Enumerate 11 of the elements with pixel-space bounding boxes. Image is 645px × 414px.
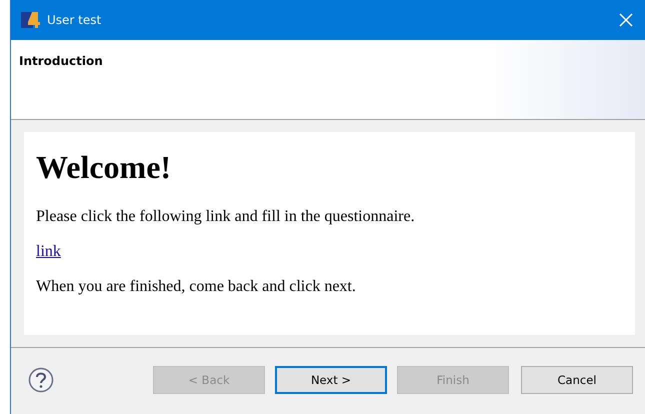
cancel-button[interactable]: Cancel [521,366,633,394]
close-icon[interactable] [619,13,633,27]
instruction-text: Please click the following link and fill in the questionnaire. [36,208,416,226]
app-icon [21,10,41,30]
page-title: Introduction [19,54,103,68]
welcome-heading: Welcome! [36,149,172,186]
window-title: User test [47,13,102,27]
help-icon[interactable] [28,367,54,393]
questionnaire-link[interactable]: link [36,243,61,260]
instruction-text: When you are finished, come back and click next. [36,278,357,296]
next-button[interactable]: Next > [275,366,387,394]
